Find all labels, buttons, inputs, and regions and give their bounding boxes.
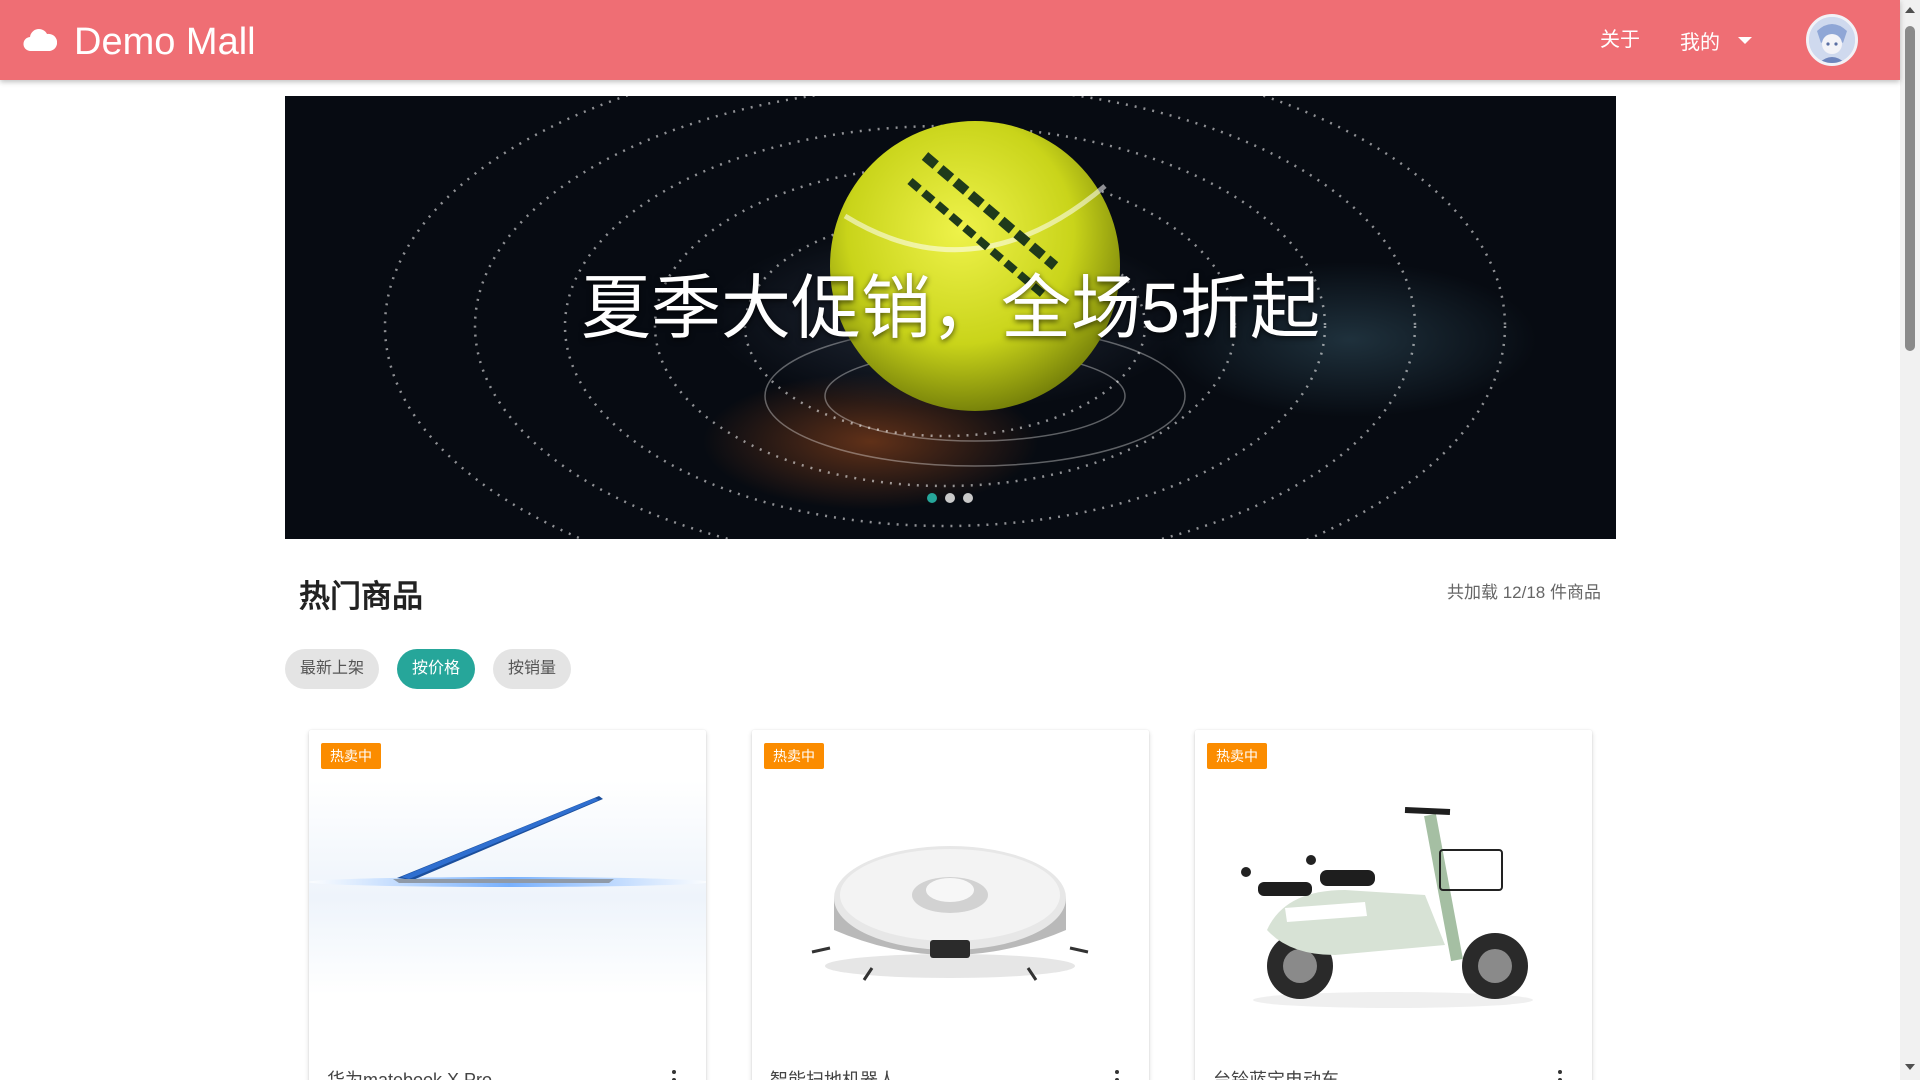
- more-vert-icon[interactable]: [1558, 1070, 1564, 1080]
- nav-mine-dropdown[interactable]: 我的: [1680, 26, 1752, 54]
- product-card[interactable]: 热卖中 智能扫地机器人: [752, 730, 1149, 1080]
- sort-chip-newest[interactable]: 最新上架: [285, 649, 380, 689]
- avatar-image: [1809, 17, 1855, 63]
- section-title: 热门商品: [299, 579, 423, 614]
- page-scrollbar[interactable]: [1900, 0, 1920, 1080]
- product-card[interactable]: 热卖中 华为matebook X Pro: [309, 730, 706, 1080]
- electric-scooter-image: [1241, 807, 1533, 1008]
- cloud-icon: [23, 29, 57, 52]
- product-name: 智能扫地机器人: [770, 1070, 896, 1080]
- hot-sale-badge: 热卖中: [321, 743, 381, 769]
- laptop-image: [309, 780, 706, 995]
- scroll-down-arrow-icon[interactable]: [1905, 1064, 1915, 1070]
- carousel-dot-2[interactable]: [945, 493, 955, 503]
- app-title[interactable]: Demo Mall: [74, 20, 256, 64]
- hot-sale-badge: 热卖中: [1207, 743, 1267, 769]
- scroll-up-arrow-icon[interactable]: [1905, 7, 1915, 13]
- more-vert-icon[interactable]: [1115, 1070, 1121, 1080]
- carousel-dot-3[interactable]: [963, 493, 973, 503]
- sort-chip-sales[interactable]: 按销量: [493, 649, 572, 689]
- promo-carousel[interactable]: 夏季大促销，全场5折起: [285, 96, 1616, 539]
- nav-mine-label: 我的: [1680, 31, 1720, 54]
- scroll-thumb[interactable]: [1905, 26, 1915, 351]
- product-card[interactable]: 热卖中 台铃蓝宝电动车: [1195, 730, 1592, 1080]
- user-avatar[interactable]: [1806, 14, 1858, 66]
- caret-down-icon: [1738, 36, 1752, 44]
- more-vert-icon[interactable]: [672, 1070, 678, 1080]
- product-name: 台铃蓝宝电动车: [1213, 1070, 1339, 1080]
- robot-vacuum-image: [811, 846, 1089, 981]
- carousel-dot-1[interactable]: [927, 493, 937, 503]
- load-status-text: 共加载 12/18 件商品: [1447, 583, 1601, 602]
- sort-chip-price[interactable]: 按价格: [397, 649, 476, 689]
- hot-sale-badge: 热卖中: [764, 743, 824, 769]
- nav-about-link[interactable]: 关于: [1600, 26, 1640, 54]
- banner-headline: 夏季大促销，全场5折起: [581, 269, 1320, 347]
- product-name: 华为matebook X Pro: [327, 1070, 493, 1080]
- carousel-indicators: [927, 493, 973, 503]
- sort-chips: 最新上架 按价格 按销量: [285, 649, 572, 689]
- app-bar: Demo Mall 关于 我的: [0, 0, 1900, 80]
